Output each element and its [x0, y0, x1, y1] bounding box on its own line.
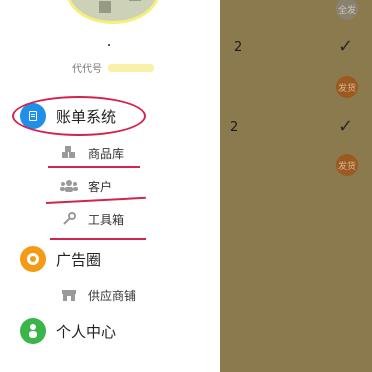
wrench-icon — [60, 210, 78, 228]
menu-item-personal-center[interactable]: 个人中心 — [20, 318, 116, 344]
count-value: 2 — [230, 120, 239, 135]
menu-item-supply-shop[interactable]: 供应商铺 — [60, 286, 136, 304]
check-icon: ✓ — [338, 36, 354, 57]
annotation-underline — [45, 196, 146, 204]
count-value: 2 — [234, 40, 243, 55]
menu-item-toolbox[interactable]: 工具箱 — [60, 210, 124, 228]
code-value — [108, 63, 154, 72]
menu-item-customers[interactable]: 客户 — [60, 177, 112, 195]
boxes-icon — [60, 144, 78, 162]
annotation-ellipse — [12, 96, 146, 136]
users-icon — [60, 177, 78, 195]
avatar[interactable] — [66, 0, 160, 24]
supply-shop-label: 供应商铺 — [88, 288, 137, 303]
customers-label: 客户 — [88, 179, 113, 194]
person-icon — [20, 318, 46, 344]
nickname-dot — [108, 44, 110, 46]
user-code-row: 代代号 — [72, 60, 154, 75]
store-icon — [60, 286, 78, 304]
code-label: 代代号 — [72, 64, 102, 75]
annotation-underline — [48, 166, 140, 168]
ad-circle-label: 广告圈 — [56, 250, 102, 269]
target-icon — [20, 246, 46, 272]
navigation-drawer: 代代号 账单系统 商品库 客户 工具箱 广告圈 供应商铺 个人中心 — [0, 0, 220, 372]
products-label: 商品库 — [88, 146, 125, 161]
badge-all-send[interactable]: 全发 — [336, 0, 358, 20]
badge-ship[interactable]: 发货 — [336, 76, 358, 98]
menu-item-products[interactable]: 商品库 — [60, 144, 124, 162]
personal-center-label: 个人中心 — [56, 322, 117, 341]
toolbox-label: 工具箱 — [88, 212, 125, 227]
annotation-underline — [50, 238, 146, 240]
check-icon: ✓ — [338, 116, 354, 137]
badge-ship[interactable]: 发货 — [336, 154, 358, 176]
menu-item-ad-circle[interactable]: 广告圈 — [20, 246, 101, 272]
dimmed-content-panel[interactable]: 全发 2 ✓ 发货 2 ✓ 发货 — [220, 0, 372, 372]
